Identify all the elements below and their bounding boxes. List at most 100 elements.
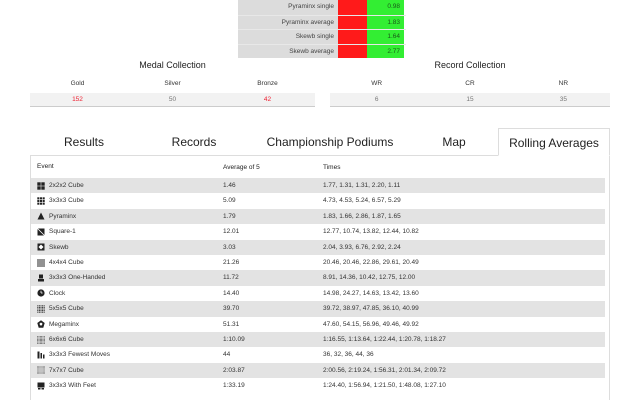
event-name[interactable]: 2x2x2 Cube xyxy=(49,178,84,193)
table-row: Square-1 12.01 12.77, 10.74, 13.82, 12.44,… xyxy=(31,224,605,239)
table-row: 3x3x3 One-Handed 11.72 8.91, 14.36, 10.42,… xyxy=(31,270,605,286)
comparison-row: Pyraminx single 0.98 xyxy=(238,0,406,15)
average-cell: 1:10.09 xyxy=(223,335,245,343)
cr-header: CR xyxy=(465,80,475,87)
table-row: 7x7x7 Cube 2:03.87 2:00.56, 2:19.24, 1:56.… xyxy=(31,362,605,379)
table-row: 3x3x3 With Feet 1:33.19 1:24.40, 1:56.94, … xyxy=(31,378,605,393)
comparison-value: 0.98 xyxy=(367,0,404,15)
event-cell: Pyraminx xyxy=(37,209,223,224)
times-column-header: Times xyxy=(323,164,341,171)
event-name[interactable]: Megaminx xyxy=(49,317,79,332)
event-name[interactable]: 3x3x3 Fewest Moves xyxy=(49,347,110,362)
average-column-header: Average of 5 xyxy=(223,164,260,171)
comparison-label: Skewb single xyxy=(238,30,338,44)
times-cell: 36, 32, 36, 44, 36 xyxy=(323,351,374,359)
event-name[interactable]: Pyraminx xyxy=(49,209,76,224)
table-row: 3x3x3 Fewest Moves 44 36, 32, 36, 44, 36 xyxy=(31,347,605,362)
medal-collection: Medal Collection Gold Silver Bronze 152 … xyxy=(30,58,315,107)
nr-header: NR xyxy=(558,80,569,87)
comparison-row: Skewb single 1.64 xyxy=(238,29,406,44)
event-cell: 3x3x3 Fewest Moves xyxy=(37,347,223,362)
event-name[interactable]: 4x4x4 Cube xyxy=(49,255,84,270)
table-row: 3x3x3 Cube 5.09 4.73, 4.53, 5.24, 6.57, 5.… xyxy=(31,193,605,208)
average-cell: 1.79 xyxy=(223,212,236,220)
times-cell: 8.91, 14.36, 10.42, 12.75, 12.00 xyxy=(323,274,416,282)
with-feet-icon xyxy=(37,382,45,390)
event-name[interactable]: Skewb xyxy=(49,240,69,255)
event-cell: 7x7x7 Cube xyxy=(37,363,223,378)
event-cell: Megaminx xyxy=(37,317,223,332)
event-column-header: Event xyxy=(37,163,54,170)
table-body: 2x2x2 Cube 1.46 1.77, 1.31, 1.31, 2.20, 1.… xyxy=(31,178,609,393)
pyraminx-icon xyxy=(37,212,45,220)
table-row: 4x4x4 Cube 21.26 20.46, 20.46, 22.86, 29.6… xyxy=(31,255,605,270)
event-cell: 4x4x4 Cube xyxy=(37,255,223,270)
event-name[interactable]: Clock xyxy=(49,286,65,301)
event-cell: 3x3x3 One-Handed xyxy=(37,270,223,285)
times-cell: 1.83, 1.66, 2.86, 1.87, 1.65 xyxy=(323,212,401,220)
table-row: Skewb 3.03 2.04, 3.93, 6.76, 2.92, 2.24 xyxy=(31,239,605,255)
average-cell: 51.31 xyxy=(223,320,240,328)
tab-map[interactable]: Map xyxy=(410,128,498,156)
event-name[interactable]: Square-1 xyxy=(49,224,76,239)
table-row: Pyraminx 1.79 1.83, 1.66, 2.86, 1.87, 1.65 xyxy=(31,208,605,225)
event-cell: Clock xyxy=(37,286,223,301)
event-name[interactable]: 5x5x5 Cube xyxy=(49,301,84,316)
gold-header: Gold xyxy=(70,80,85,87)
times-cell: 14.98, 24.27, 14.63, 13.42, 13.60 xyxy=(323,289,419,297)
cube-6x6-icon xyxy=(37,335,45,344)
table-row: Clock 14.40 14.98, 24.27, 14.63, 13.42, 13… xyxy=(31,286,605,301)
event-name[interactable]: 6x6x6 Cube xyxy=(49,332,84,347)
comparison-value: 2.77 xyxy=(367,44,404,58)
record-collection: Record Collection WR CR NR 6 15 35 xyxy=(330,58,610,107)
skewb-icon xyxy=(37,243,45,251)
times-cell: 47.60, 54.15, 56.96, 49.46, 49.92 xyxy=(323,320,419,328)
comparison-label: Pyraminx average xyxy=(238,15,338,29)
table-row: 6x6x6 Cube 1:10.09 1:16.55, 1:13.64, 1:22.… xyxy=(31,331,605,348)
average-cell: 1:33.19 xyxy=(223,382,245,390)
square1-icon xyxy=(37,228,45,236)
clock-icon xyxy=(37,289,45,298)
one-handed-icon xyxy=(37,274,45,282)
event-cell: 6x6x6 Cube xyxy=(37,332,223,347)
times-cell: 1.77, 1.31, 1.31, 2.20, 1.11 xyxy=(323,182,401,189)
times-cell: 4.73, 4.53, 5.24, 6.57, 5.29 xyxy=(323,197,401,205)
tab-results[interactable]: Results xyxy=(30,128,138,156)
tab-records[interactable]: Records xyxy=(138,128,250,156)
tab-championship-podiums[interactable]: Championship Podiums xyxy=(250,128,410,156)
bronze-header: Bronze xyxy=(257,80,278,87)
average-cell: 39.70 xyxy=(223,305,240,313)
table-header: Event Average of 5 Times xyxy=(31,156,609,178)
times-cell: 1:24.40, 1:56.94, 1:21.50, 1:48.08, 1:27… xyxy=(323,382,446,390)
average-cell: 2:03.87 xyxy=(223,366,245,374)
event-name[interactable]: 3x3x3 With Feet xyxy=(49,378,96,393)
cube-7x7-icon xyxy=(37,366,45,375)
cr-count: 15 xyxy=(466,96,474,103)
average-cell: 14.40 xyxy=(223,289,240,297)
event-name[interactable]: 3x3x3 Cube xyxy=(49,193,84,208)
event-name[interactable]: 7x7x7 Cube xyxy=(49,363,84,378)
event-cell: 3x3x3 With Feet xyxy=(37,378,223,393)
gold-count: 152 xyxy=(72,96,83,103)
fewest-moves-icon xyxy=(37,351,45,359)
event-name[interactable]: 3x3x3 One-Handed xyxy=(49,270,105,285)
table-row: Megaminx 51.31 47.60, 54.15, 56.96, 49.46,… xyxy=(31,317,605,332)
comparison-bar-red xyxy=(338,44,367,58)
times-cell: 20.46, 20.46, 22.86, 29.61, 20.49 xyxy=(323,258,419,266)
comparison-bar-red xyxy=(338,0,367,15)
average-cell: 12.01 xyxy=(223,228,240,236)
table-row: 2x2x2 Cube 1.46 1.77, 1.31, 1.31, 2.20, 1.… xyxy=(31,178,605,194)
times-cell: 1:16.55, 1:13.64, 1:22.44, 1:20.78, 1:18… xyxy=(323,335,446,343)
average-cell: 1.46 xyxy=(223,182,236,189)
nr-count: 35 xyxy=(559,96,567,103)
cube-5x5-icon xyxy=(37,305,45,313)
average-cell: 11.72 xyxy=(223,274,239,282)
bronze-count: 42 xyxy=(263,96,272,103)
average-cell: 44 xyxy=(223,351,231,359)
megaminx-icon xyxy=(37,320,45,328)
average-cell: 5.09 xyxy=(223,197,236,205)
wr-count: 6 xyxy=(374,96,379,103)
tab-rolling-averages[interactable]: Rolling Averages xyxy=(498,128,610,156)
average-cell: 21.26 xyxy=(223,258,240,266)
comparison-label: Pyraminx single xyxy=(238,0,338,15)
